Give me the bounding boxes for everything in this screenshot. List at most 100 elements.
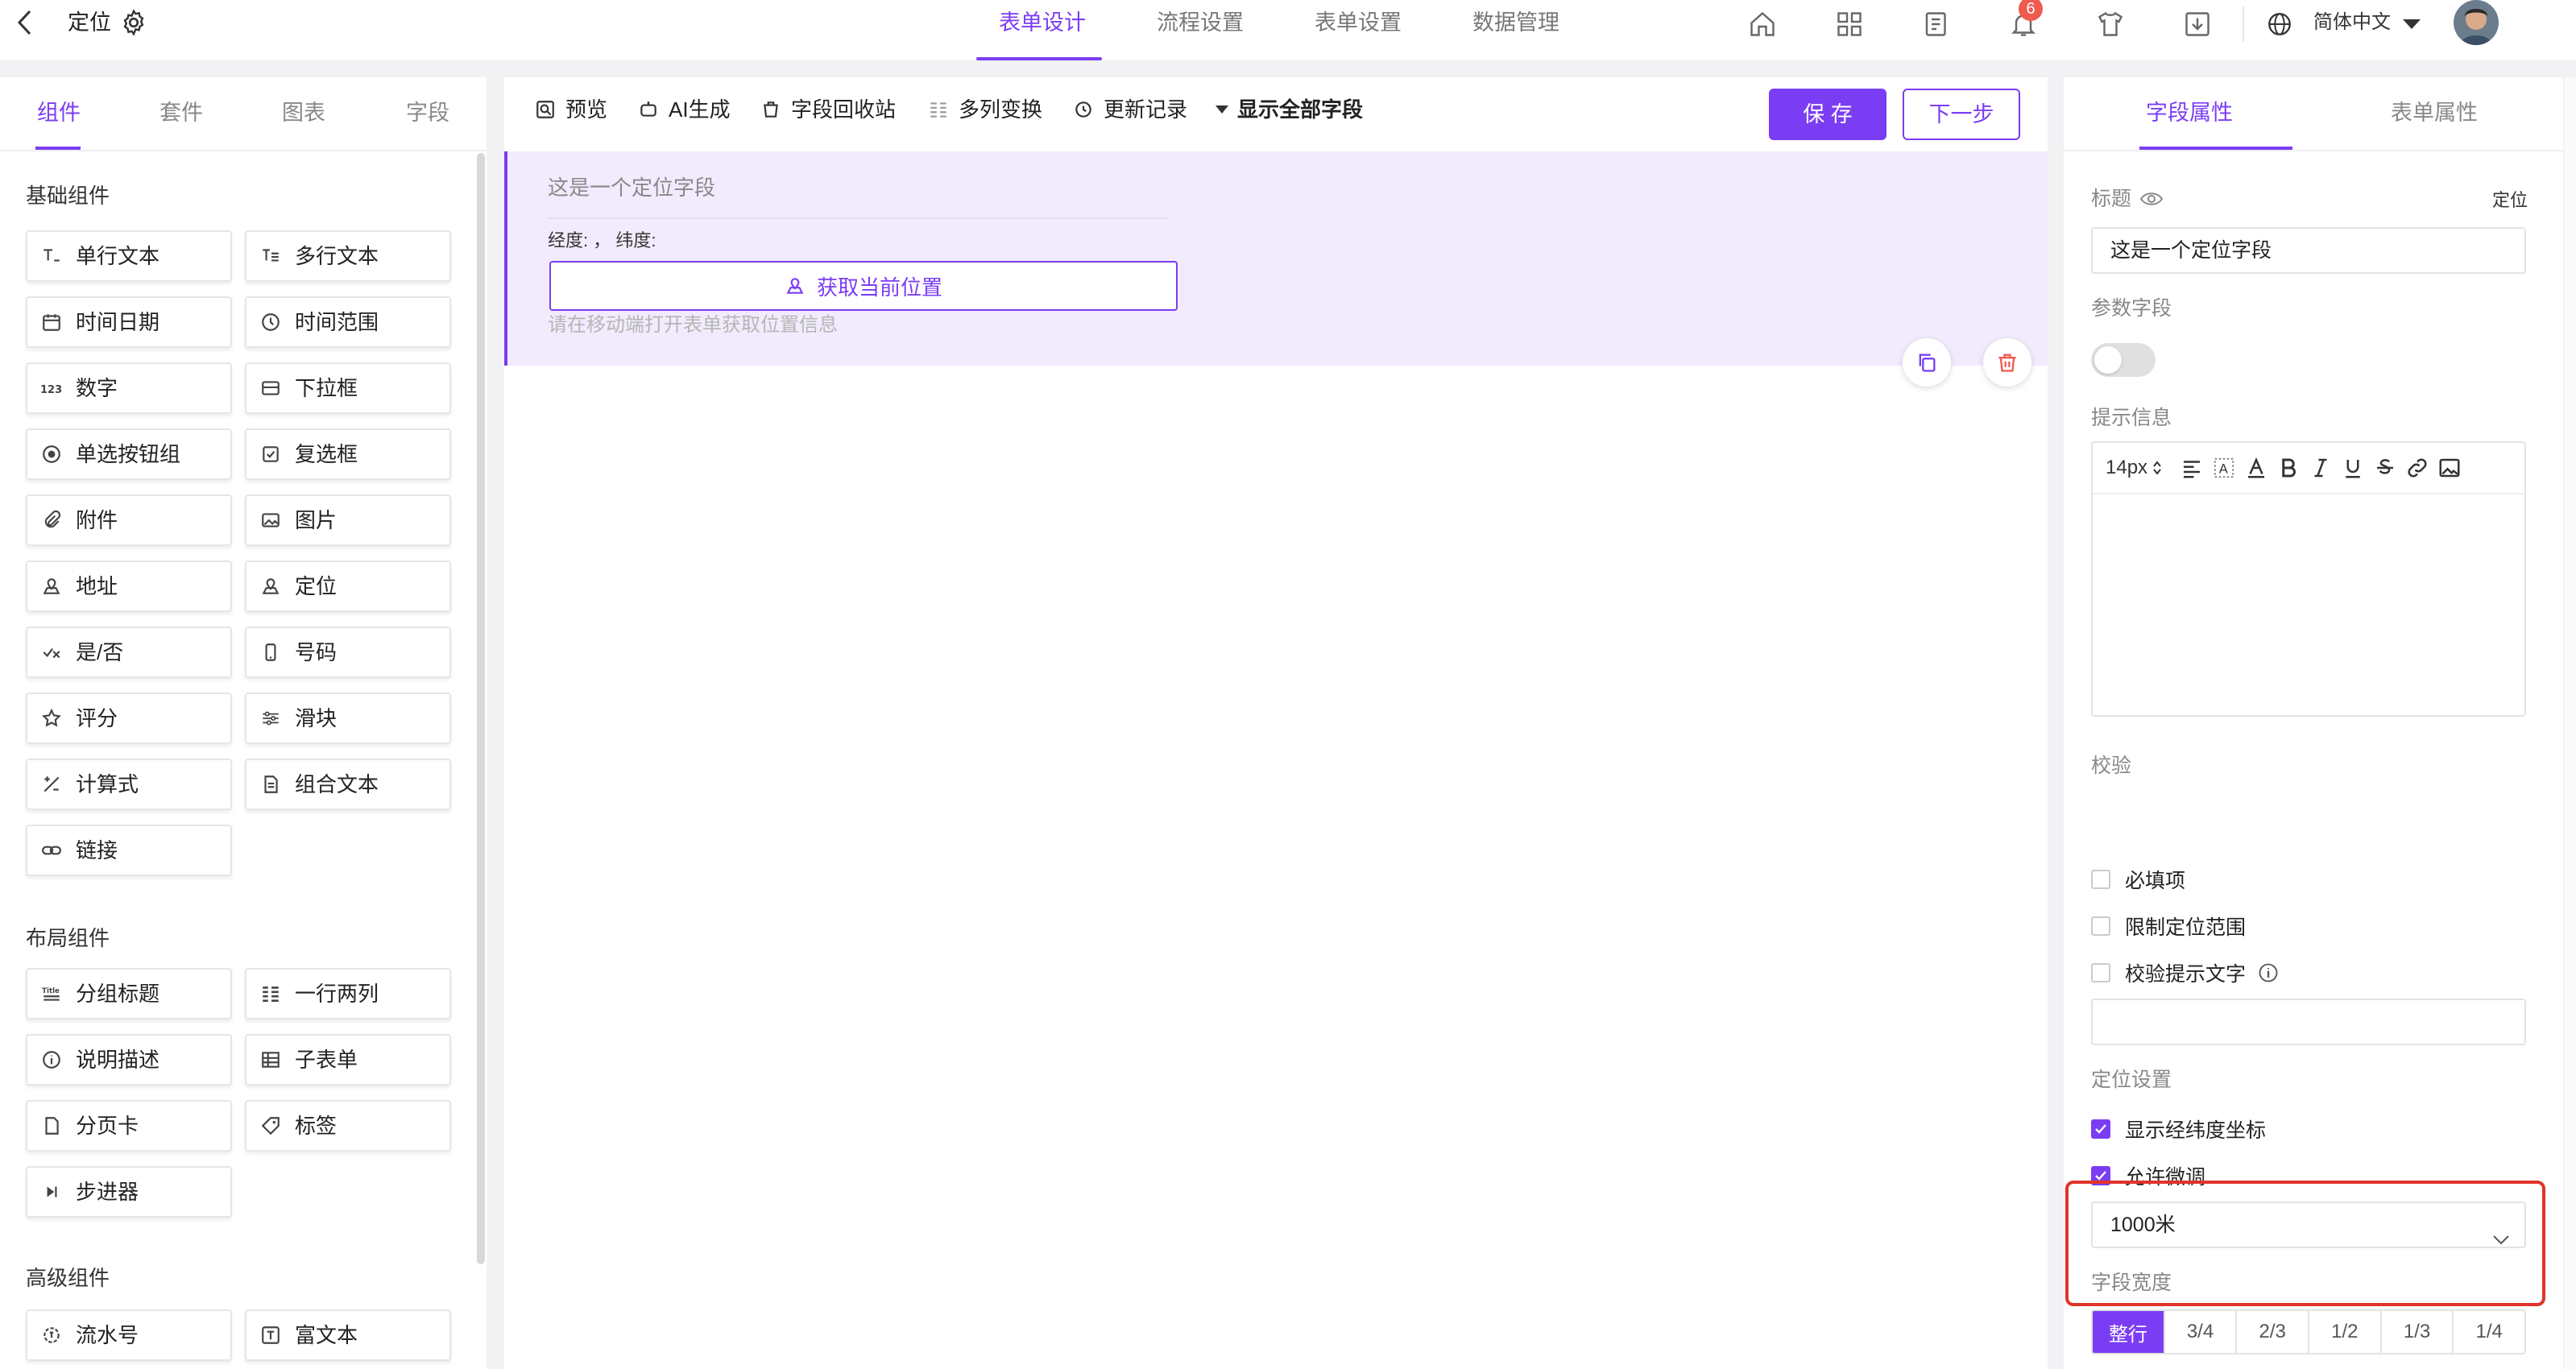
component-stepper[interactable]: 步进器 [26, 1166, 232, 1218]
component-panel: 组件 套件 图表 字段 基础组件 单行文本 多行文本 时间日期 时间范围 123… [0, 77, 487, 1369]
eye-icon[interactable] [2139, 190, 2164, 208]
checkbox[interactable] [2091, 916, 2110, 936]
font-color-icon[interactable] [2244, 452, 2268, 484]
link-icon[interactable] [2405, 452, 2429, 484]
validation-required[interactable]: 必填项 [2091, 865, 2185, 894]
component-two-columns[interactable]: 一行两列 [245, 968, 451, 1020]
location-icon [785, 275, 806, 296]
component-combined-text[interactable]: 组合文本 [245, 759, 451, 810]
component-rating[interactable]: 评分 [26, 693, 232, 744]
component-description[interactable]: 说明描述 [26, 1034, 232, 1086]
component-link[interactable]: 链接 [26, 825, 232, 876]
home-icon[interactable] [1743, 5, 1782, 43]
component-radio-group[interactable]: 单选按钮组 [26, 428, 232, 480]
component-slider[interactable]: 滑块 [245, 693, 451, 744]
width-option-2-3[interactable]: 2/3 [2237, 1311, 2310, 1353]
app-title: 定位 [68, 10, 111, 35]
component-formula[interactable]: 计算式 [26, 759, 232, 810]
component-serial-number[interactable]: 流水号 [26, 1309, 232, 1361]
toolbar-recycle-bin[interactable]: 字段回收站 [759, 95, 896, 124]
font-size-select[interactable]: 14px [2106, 457, 2147, 479]
scrollbar[interactable] [477, 153, 485, 1264]
width-option-3-4[interactable]: 3/4 [2164, 1311, 2238, 1353]
component-location[interactable]: 定位 [245, 560, 451, 612]
component-tag[interactable]: 标签 [245, 1100, 451, 1152]
download-icon[interactable] [2178, 5, 2217, 43]
show-coordinates-option[interactable]: 显示经纬度坐标 [2091, 1115, 2266, 1144]
radio-icon [40, 443, 63, 465]
component-sub-form[interactable]: 子表单 [245, 1034, 451, 1086]
component-page-card[interactable]: 分页卡 [26, 1100, 232, 1152]
background-color-icon[interactable]: A [2212, 452, 2236, 484]
avatar[interactable] [2454, 0, 2499, 45]
checkbox[interactable] [2091, 963, 2110, 982]
component-checkbox[interactable]: 复选框 [245, 428, 451, 480]
checkbox[interactable] [2091, 870, 2110, 889]
width-option-1-3[interactable]: 1/3 [2381, 1311, 2454, 1353]
component-datetime[interactable]: 时间日期 [26, 296, 232, 348]
toolbar-preview[interactable]: 预览 [533, 95, 607, 124]
tab-fields[interactable]: 字段 [406, 98, 449, 127]
tab-suites[interactable]: 套件 [159, 98, 203, 127]
delete-field-button[interactable] [1983, 338, 2031, 387]
formula-icon [40, 773, 63, 796]
caret-down-icon[interactable] [2392, 5, 2431, 43]
tab-charts[interactable]: 图表 [282, 98, 325, 127]
toolbar-history[interactable]: 更新记录 [1071, 95, 1187, 124]
tab-form-settings[interactable]: 表单设置 [1315, 8, 1402, 37]
width-option-full[interactable]: 整行 [2093, 1311, 2165, 1353]
back-chevron-icon[interactable] [11, 6, 39, 39]
tab-form-properties[interactable]: 表单属性 [2391, 98, 2478, 127]
tab-data-management[interactable]: 数据管理 [1472, 8, 1559, 37]
checkbox-checked[interactable] [2091, 1119, 2110, 1139]
validation-limit-range[interactable]: 限制定位范围 [2091, 912, 2246, 941]
width-option-1-2[interactable]: 1/2 [2309, 1311, 2382, 1353]
hint-rich-text-editor[interactable]: 14px A [2091, 441, 2526, 717]
param-field-toggle[interactable] [2091, 343, 2156, 377]
component-yes-no[interactable]: 是/否 [26, 627, 232, 678]
save-button[interactable]: 保 存 [1769, 89, 1886, 140]
component-number[interactable]: 123 数字 [26, 362, 232, 414]
component-phone[interactable]: 号码 [245, 627, 451, 678]
component-attachment[interactable]: 附件 [26, 494, 232, 546]
stepper-arrows-icon[interactable] [2152, 452, 2162, 484]
tab-field-properties[interactable]: 字段属性 [2146, 98, 2233, 127]
language-selector[interactable]: 简体中文 [2313, 8, 2391, 37]
validation-hint-text[interactable]: 校验提示文字 [2091, 958, 2280, 987]
location-settings-label: 定位设置 [2091, 1069, 2172, 1091]
gear-icon[interactable] [118, 6, 150, 39]
strikethrough-icon[interactable] [2373, 452, 2397, 484]
get-location-button[interactable]: 获取当前位置 [549, 261, 1178, 311]
component-dropdown[interactable]: 下拉框 [245, 362, 451, 414]
image-icon[interactable] [2437, 452, 2462, 484]
toolbar-ai-generate[interactable]: AI生成 [636, 95, 731, 124]
underline-icon[interactable] [2341, 452, 2365, 484]
shirt-icon[interactable] [2091, 5, 2130, 43]
align-icon[interactable] [2180, 452, 2204, 484]
component-single-line-text[interactable]: 单行文本 [26, 230, 232, 282]
bold-icon[interactable] [2276, 452, 2301, 484]
tab-components[interactable]: 组件 [37, 98, 81, 127]
validation-hint-input[interactable] [2091, 999, 2526, 1045]
title-input[interactable]: 这是一个定位字段 [2091, 227, 2526, 274]
component-multi-line-text[interactable]: 多行文本 [245, 230, 451, 282]
italic-icon[interactable] [2309, 452, 2333, 484]
width-option-1-4[interactable]: 1/4 [2454, 1311, 2524, 1353]
component-image[interactable]: 图片 [245, 494, 451, 546]
component-address[interactable]: 地址 [26, 560, 232, 612]
toggle-knob [2094, 346, 2122, 374]
toolbar-multi-column[interactable]: 多列变换 [926, 95, 1042, 124]
toolbar-show-all-fields[interactable]: 显示全部字段 [1213, 95, 1363, 124]
component-time-range[interactable]: 时间范围 [245, 296, 451, 348]
info-icon[interactable] [2257, 962, 2280, 984]
tab-form-design[interactable]: 表单设计 [999, 8, 1086, 37]
tab-process-settings[interactable]: 流程设置 [1157, 8, 1244, 37]
next-step-button[interactable]: 下一步 [1903, 89, 2020, 140]
form-list-icon[interactable] [1917, 5, 1956, 43]
copy-field-button[interactable] [1903, 338, 1951, 387]
globe-icon[interactable] [2262, 6, 2297, 42]
component-group-title[interactable]: Title 分组标题 [26, 968, 232, 1020]
apps-icon[interactable] [1830, 5, 1869, 43]
component-rich-text[interactable]: 富文本 [245, 1309, 451, 1361]
component-label: 链接 [76, 838, 118, 862]
